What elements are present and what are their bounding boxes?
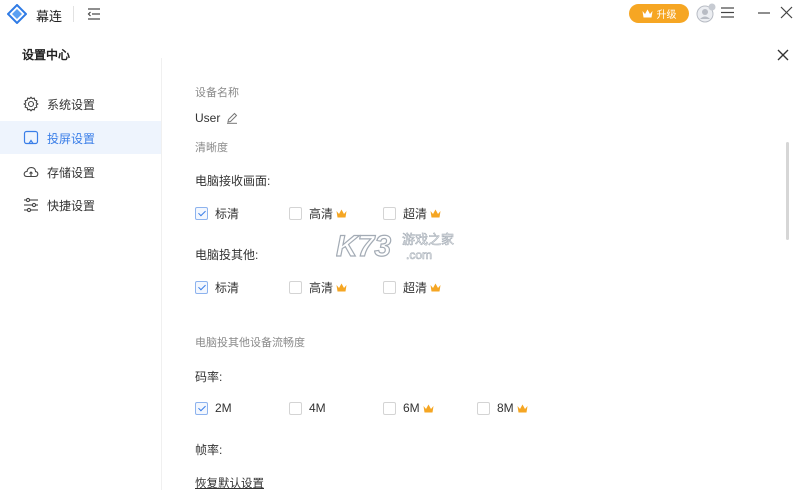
gear-icon <box>23 96 39 112</box>
checkbox[interactable] <box>289 401 302 415</box>
cloud-icon <box>23 166 39 178</box>
crown-icon <box>336 209 347 217</box>
panel-title: 设置中心 <box>22 48 71 62</box>
sidebar-item-label: 存储设置 <box>47 166 96 180</box>
restore-defaults-link[interactable]: 恢复默认设置 <box>195 475 264 490</box>
device-name-value: User <box>195 111 221 125</box>
sidebar-item-storage[interactable]: 存储设置 <box>0 155 161 188</box>
receive-option-uhd[interactable]: 超清 <box>383 205 441 221</box>
option-label: 高清 <box>309 280 334 295</box>
window-close-icon[interactable] <box>780 6 793 19</box>
option-label: 4M <box>309 401 326 415</box>
option-label: 标清 <box>215 280 240 295</box>
collapse-menu-icon[interactable] <box>86 6 102 22</box>
checkbox[interactable] <box>289 280 302 294</box>
avatar-icon[interactable] <box>696 3 716 23</box>
device-name-section-title: 设备名称 <box>195 87 239 99</box>
sidebar-item-system[interactable]: 系统设置 <box>0 87 161 120</box>
option-label: 2M <box>215 401 232 415</box>
bitrate-option-4m[interactable]: 4M <box>289 400 326 416</box>
option-label: 超清 <box>403 206 428 221</box>
bitrate-label: 码率: <box>195 370 223 384</box>
option-label: 超清 <box>403 280 428 295</box>
receive-label: 电脑接收画面: <box>195 174 271 188</box>
watermark-sub2: .com <box>406 248 432 262</box>
app-logo-icon <box>7 4 27 24</box>
checkbox[interactable] <box>383 401 396 415</box>
option-label: 8M <box>497 401 514 415</box>
framerate-label: 帧率: <box>195 443 223 457</box>
k73-watermark-logo: K73 游戏之家 .com <box>336 229 454 262</box>
checkbox-checked[interactable] <box>195 206 208 220</box>
watermark-sub1: 游戏之家 <box>402 232 454 248</box>
watermark-text: K73 <box>336 230 391 262</box>
panel-close-icon[interactable] <box>777 49 789 61</box>
checkbox-checked[interactable] <box>195 280 208 294</box>
screen-cast-icon <box>23 130 39 145</box>
receive-option-sd[interactable]: 标清 <box>195 205 239 221</box>
menu-icon[interactable] <box>721 6 734 19</box>
sidebar-item-shortcut[interactable]: 快捷设置 <box>0 188 161 221</box>
crown-icon <box>430 209 441 217</box>
option-label: 6M <box>403 401 420 415</box>
cast-label: 电脑投其他: <box>195 248 259 262</box>
app-name: 幕连 <box>36 9 63 24</box>
clarity-section-title: 清晰度 <box>195 142 228 154</box>
sidebar-item-screen-cast[interactable]: 投屏设置 <box>0 121 161 154</box>
edit-pencil-icon[interactable] <box>226 112 238 124</box>
option-label: 标清 <box>215 206 240 221</box>
cast-option-uhd[interactable]: 超清 <box>383 279 441 295</box>
checkbox[interactable] <box>383 206 396 220</box>
crown-icon <box>423 404 434 412</box>
bitrate-option-8m[interactable]: 8M <box>477 400 528 416</box>
upgrade-button[interactable]: 升级 <box>629 4 689 23</box>
bitrate-option-6m[interactable]: 6M <box>383 400 434 416</box>
sidebar-item-label: 快捷设置 <box>47 199 96 213</box>
crown-icon <box>430 283 441 291</box>
title-bar: 幕连 升级 <box>0 0 800 28</box>
device-name-row: User <box>195 111 238 125</box>
upgrade-label: 升级 <box>656 10 677 21</box>
option-label: 高清 <box>309 206 334 221</box>
bitrate-option-2m[interactable]: 2M <box>195 400 232 416</box>
crown-icon <box>642 9 652 18</box>
checkbox-checked[interactable] <box>195 401 208 415</box>
sidebar-item-label: 投屏设置 <box>47 132 96 146</box>
sidebar-divider <box>161 58 162 490</box>
fluency-section-title: 电脑投其他设备流畅度 <box>195 337 305 349</box>
checkbox[interactable] <box>383 280 396 294</box>
crown-icon <box>336 283 347 291</box>
crown-icon <box>517 404 528 412</box>
title-divider <box>73 6 74 22</box>
minimize-icon[interactable] <box>757 6 771 20</box>
receive-option-hd[interactable]: 高清 <box>289 205 347 221</box>
sidebar-item-label: 系统设置 <box>47 98 96 112</box>
cast-option-hd[interactable]: 高清 <box>289 279 347 295</box>
sliders-icon <box>24 197 38 213</box>
scrollbar-thumb[interactable] <box>786 142 789 240</box>
checkbox[interactable] <box>477 401 490 415</box>
cast-option-sd[interactable]: 标清 <box>195 279 239 295</box>
checkbox[interactable] <box>289 206 302 220</box>
